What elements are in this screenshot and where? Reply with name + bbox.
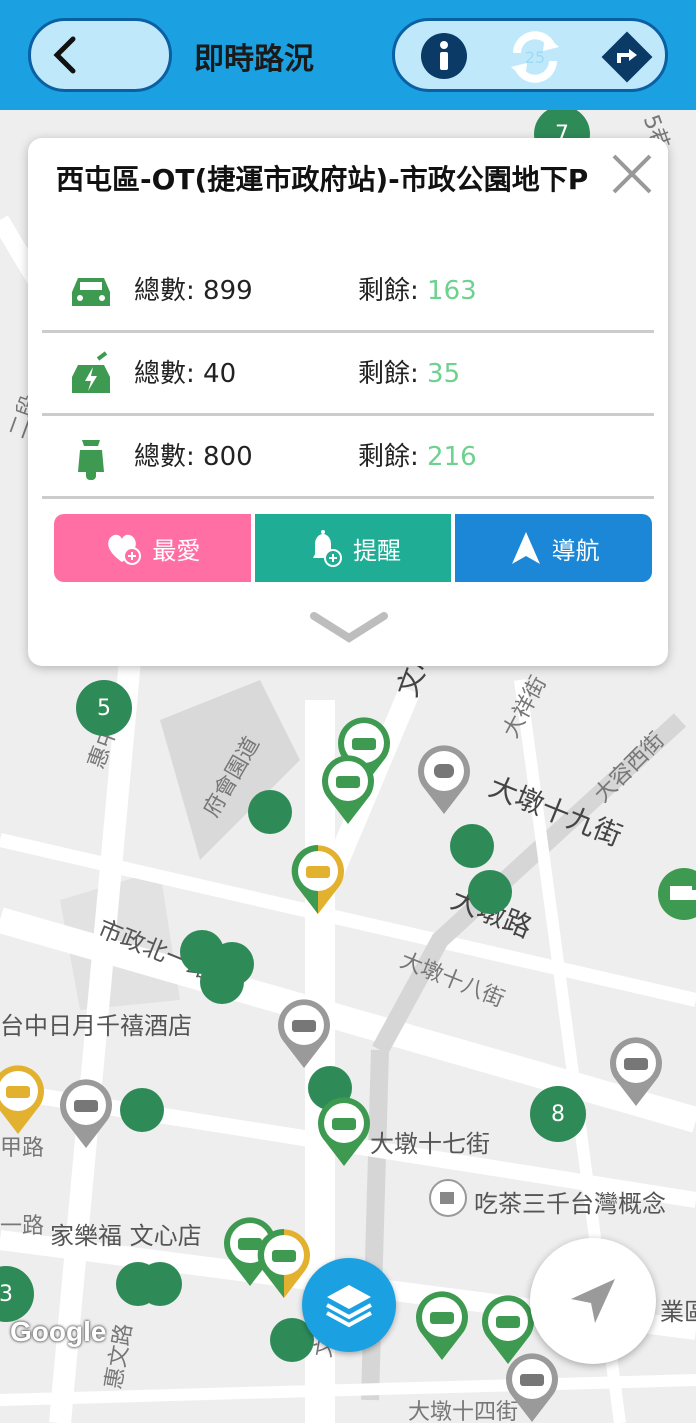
parking-pin-gray[interactable] — [58, 1078, 114, 1150]
parking-pin-yellow[interactable] — [290, 844, 346, 916]
ev-total: 總數: 40 — [134, 359, 237, 389]
car-total: 總數: 899 — [134, 276, 253, 306]
refresh-icon: 25 — [511, 31, 559, 83]
info-button[interactable] — [419, 31, 469, 85]
ev-availability-row: 總數: 40 剩餘: 35 — [42, 331, 654, 416]
map-label-yilu: 一路 — [0, 1214, 45, 1239]
car-availability-row: 總數: 899 剩餘: 163 — [42, 248, 654, 333]
parking-marker[interactable] — [200, 960, 244, 1004]
parking-pin-gray[interactable] — [504, 1352, 560, 1423]
parking-pin-yellow[interactable] — [0, 1064, 46, 1136]
layers-button[interactable] — [302, 1258, 396, 1352]
map-label-carrefour: 家樂福 文心店 — [50, 1222, 202, 1250]
parking-marker[interactable] — [468, 870, 512, 914]
truck-marker[interactable] — [656, 866, 696, 938]
ev-car-icon — [72, 351, 110, 393]
close-icon — [612, 154, 652, 194]
navigate-label: 導航 — [551, 536, 600, 565]
google-logo: Google — [10, 1316, 107, 1347]
bell-add-icon — [313, 530, 342, 567]
reminder-label: 提醒 — [353, 536, 401, 565]
top-bar: 即時路況 25 — [0, 0, 696, 110]
parking-pin-green[interactable] — [316, 1096, 372, 1168]
scooter-icon — [78, 440, 104, 480]
favorite-button[interactable]: 最愛 — [54, 514, 251, 582]
ev-remaining: 剩餘: 35 — [358, 359, 461, 389]
layers-icon — [326, 1285, 372, 1328]
map-label-tea-shop: 吃茶三千台灣概念 — [474, 1190, 666, 1218]
svg-text:25: 25 — [525, 48, 545, 67]
parking-pin-gray[interactable] — [608, 1036, 664, 1108]
back-button[interactable] — [28, 18, 172, 92]
car-remaining: 剩餘: 163 — [358, 276, 477, 306]
chevron-left-icon — [53, 36, 76, 74]
parking-detail-card: 西屯區-OT(捷運市政府站)-市政公園地下P 總數: 899 剩餘: 163 總… — [28, 138, 668, 666]
scooter-remaining: 剩餘: 216 — [358, 442, 477, 472]
scooter-availability-row: 總數: 800 剩餘: 216 — [42, 414, 654, 499]
navigation-arrow-icon — [511, 532, 540, 564]
header-actions: 25 — [392, 18, 668, 92]
parking-name: 西屯區-OT(捷運市政府站)-市政公園地下P — [56, 163, 589, 196]
map-label-dadun14: 大墩十四街 — [408, 1400, 519, 1423]
map-label-hotel: 台中日月千禧酒店 — [0, 1012, 192, 1040]
map-label-industry: 業區 — [660, 1298, 696, 1326]
parking-pin-gray[interactable] — [416, 744, 472, 816]
directions-button[interactable] — [601, 31, 653, 87]
directions-icon — [601, 31, 653, 83]
close-button[interactable] — [610, 152, 654, 196]
parking-pin-gray[interactable] — [276, 998, 332, 1070]
map-label-dadun17: 大墩十七街 — [370, 1130, 490, 1158]
navigate-button[interactable]: 導航 — [455, 514, 653, 582]
parking-pin-green[interactable] — [414, 1290, 470, 1362]
parking-pin-green[interactable] — [320, 754, 376, 826]
location-arrow-icon — [571, 1279, 615, 1323]
scooter-total: 總數: 800 — [134, 442, 253, 472]
chevron-down-icon[interactable] — [308, 608, 390, 648]
my-location-button[interactable] — [530, 1238, 656, 1364]
parking-marker[interactable] — [248, 790, 292, 834]
cafe-poi-icon[interactable] — [428, 1172, 484, 1244]
parking-marker[interactable] — [120, 1088, 164, 1132]
refresh-button[interactable]: 25 — [505, 27, 565, 91]
car-icon — [72, 278, 110, 306]
action-buttons: 最愛 提醒 導航 — [54, 514, 653, 582]
reminder-button[interactable]: 提醒 — [254, 514, 452, 582]
parking-marker[interactable] — [450, 824, 494, 868]
heart-add-icon — [108, 534, 142, 565]
page-title: 即時路況 — [194, 42, 314, 77]
parking-cluster[interactable]: 8 — [530, 1086, 586, 1142]
parking-cluster[interactable]: 5 — [76, 680, 132, 736]
favorite-label: 最愛 — [152, 536, 201, 565]
parking-marker[interactable] — [138, 1262, 182, 1306]
info-icon — [421, 33, 467, 79]
